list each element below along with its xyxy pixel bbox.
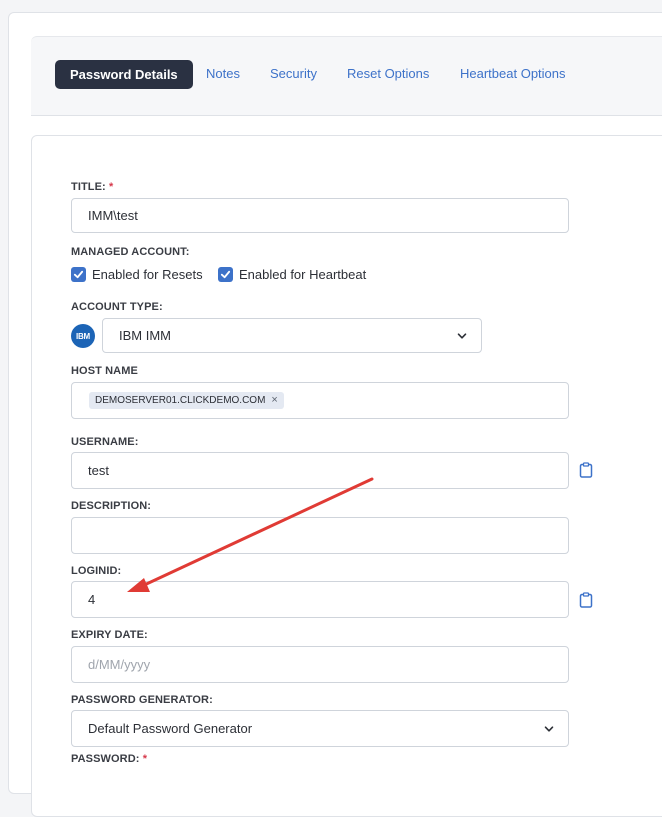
tab-security[interactable]: Security	[270, 62, 317, 86]
tab-heartbeat-options[interactable]: Heartbeat Options	[460, 62, 566, 86]
description-input[interactable]	[71, 517, 569, 554]
checkmark-icon	[71, 267, 86, 282]
host-name-label: HOST NAME	[71, 365, 138, 377]
managed-account-label: MANAGED ACCOUNT:	[71, 246, 190, 258]
chevron-down-icon	[457, 333, 467, 339]
expiry-date-label: EXPIRY DATE:	[71, 629, 148, 641]
checkmark-icon	[218, 267, 233, 282]
clipboard-icon[interactable]	[579, 592, 593, 608]
clipboard-icon[interactable]	[579, 462, 593, 478]
loginid-input[interactable]: 4	[71, 581, 569, 618]
enabled-for-resets-label: Enabled for Resets	[92, 267, 203, 282]
loginid-label: LOGINID:	[71, 565, 122, 577]
enabled-for-heartbeat-label: Enabled for Heartbeat	[239, 267, 367, 282]
tab-reset-options[interactable]: Reset Options	[347, 62, 429, 86]
description-label: DESCRIPTION:	[71, 500, 152, 512]
username-label: USERNAME:	[71, 436, 139, 448]
remove-chip-icon[interactable]: ×	[271, 394, 277, 406]
password-label: PASSWORD: *	[71, 753, 147, 765]
password-generator-value: Default Password Generator	[88, 721, 253, 736]
tab-notes[interactable]: Notes	[206, 62, 240, 86]
title-label: TITLE: *	[71, 181, 113, 193]
host-chip: DEMOSERVER01.CLICKDEMO.COM ×	[89, 392, 284, 409]
password-label-text: PASSWORD:	[71, 753, 140, 765]
password-generator-label: PASSWORD GENERATOR:	[71, 694, 213, 706]
username-input[interactable]: test	[71, 452, 569, 489]
host-chip-text: DEMOSERVER01.CLICKDEMO.COM	[95, 395, 266, 406]
account-type-select[interactable]: IBM IMM	[102, 318, 482, 353]
ibm-logo-icon: IBM	[71, 324, 95, 348]
enabled-for-heartbeat-checkbox[interactable]: Enabled for Heartbeat	[218, 267, 366, 282]
title-input[interactable]: IMM\test	[71, 198, 569, 233]
tab-password-details[interactable]: Password Details	[55, 60, 193, 89]
password-generator-select[interactable]: Default Password Generator	[71, 710, 569, 747]
enabled-for-resets-checkbox[interactable]: Enabled for Resets	[71, 267, 203, 282]
required-mark: *	[108, 181, 114, 193]
required-mark: *	[142, 753, 148, 765]
account-type-value: IBM IMM	[119, 328, 171, 343]
chevron-down-icon	[544, 726, 554, 732]
expiry-date-input[interactable]: d/MM/yyyy	[71, 646, 569, 683]
account-type-label: ACCOUNT TYPE:	[71, 301, 163, 313]
title-label-text: TITLE:	[71, 181, 106, 193]
